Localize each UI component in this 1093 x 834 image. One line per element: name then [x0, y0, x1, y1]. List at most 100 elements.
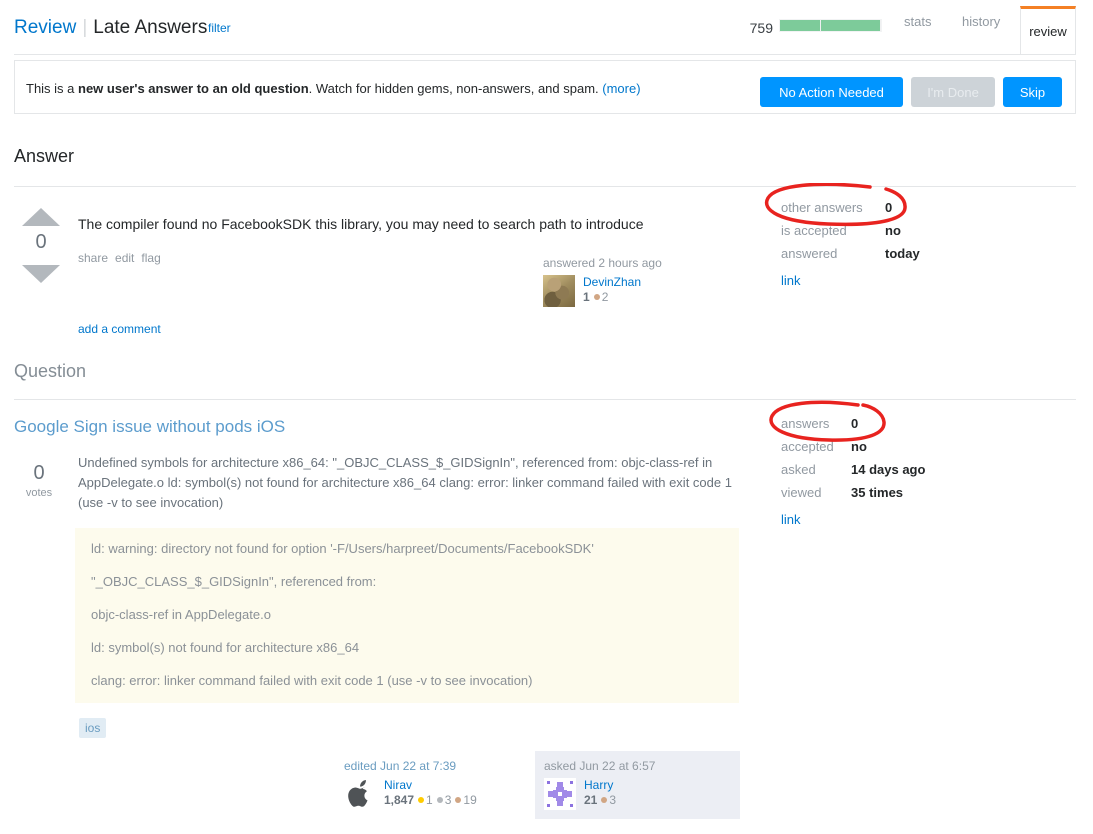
page-header: Review | Late Answers filter 759 stats his…: [0, 0, 1093, 55]
answer-section-divider: [14, 186, 1076, 187]
question-body: Undefined symbols for architecture x86_6…: [78, 455, 732, 510]
bronze-badge-icon: [593, 294, 600, 301]
review-page: Review | Late Answers filter 759 stats his…: [0, 0, 1093, 834]
stat-value: 14 days ago: [851, 462, 926, 477]
stat-value: today: [885, 246, 920, 261]
stat-key: other answers: [781, 200, 863, 215]
stat-value: no: [885, 223, 901, 238]
im-done-button[interactable]: I'm Done: [911, 77, 995, 107]
question-code-block: ld: warning: directory not found for opt…: [75, 528, 739, 703]
stat-value: 35 times: [851, 485, 904, 500]
answerer-reputation: 1: [583, 290, 590, 304]
answer-permalink[interactable]: link: [781, 272, 801, 289]
code-line: ld: symbol(s) not found for architecture…: [91, 640, 360, 655]
stat-key: asked: [781, 462, 816, 477]
tab-review[interactable]: review: [1020, 6, 1076, 55]
asker-user-card: asked Jun 22 at 6:57 Harry 21 3: [535, 751, 740, 819]
stat-key: answers: [781, 416, 830, 431]
code-line: ld: warning: directory not found for opt…: [91, 541, 594, 556]
avatar[interactable]: [544, 778, 576, 810]
tab-stats[interactable]: stats: [904, 12, 931, 32]
apple-logo-icon: [348, 780, 368, 807]
stat-row-viewed: viewed 35 times: [781, 481, 903, 504]
upvote-arrow-icon[interactable]: [22, 208, 60, 226]
instructions-prefix: This is a: [26, 81, 79, 96]
flag-link[interactable]: flag: [141, 251, 160, 265]
stat-value: 0: [885, 200, 893, 215]
identicon-icon: [547, 781, 573, 807]
more-link[interactable]: (more): [602, 81, 640, 96]
code-line: "_OBJC_CLASS_$_GIDSignIn", referenced fr…: [91, 574, 377, 589]
progress-bar: [779, 19, 882, 32]
instructions-text: This is a new user's answer to an old qu…: [26, 80, 641, 97]
progress-fill-b: [821, 20, 880, 31]
question-score: 0: [33, 462, 45, 484]
gold-badge-count: 1: [426, 793, 433, 807]
tag-ios[interactable]: ios: [79, 718, 107, 738]
share-link[interactable]: share: [78, 251, 108, 265]
silver-badge-icon: [436, 797, 443, 804]
stat-row-asked: asked 14 days ago: [781, 458, 925, 481]
stat-key: viewed: [781, 485, 822, 500]
avatar[interactable]: [543, 275, 575, 307]
edit-link[interactable]: edit: [115, 251, 134, 265]
bronze-badge-count: 19: [463, 793, 477, 807]
answer-vote-cell: 0: [16, 208, 66, 283]
answer-stats-panel: other answers 0 is accepted no answered …: [781, 196, 920, 289]
avatar[interactable]: [344, 778, 376, 810]
bronze-badge-count: 3: [609, 793, 617, 807]
stat-row-answered: answered today: [781, 242, 920, 265]
stat-row-is-accepted: is accepted no: [781, 219, 901, 242]
question-title-link[interactable]: Google Sign issue without pods iOS: [14, 416, 285, 438]
answered-timestamp: answered 2 hours ago: [543, 256, 662, 270]
answerer-user-card: answered 2 hours ago DevinZhan 12: [543, 255, 662, 309]
avatar-image-nirav: [344, 778, 376, 810]
bronze-badge-count: 2: [601, 290, 609, 304]
downvote-arrow-icon[interactable]: [22, 265, 60, 283]
skip-button[interactable]: Skip: [1003, 77, 1062, 107]
asker-reputation: 21: [584, 793, 598, 807]
filter-link[interactable]: filter: [208, 21, 231, 35]
code-line: clang: error: linker command failed with…: [91, 673, 533, 688]
avatar-image-devinzhan: [543, 275, 575, 307]
question-permalink[interactable]: link: [781, 511, 801, 528]
answer-body: The compiler found no FacebookSDK this l…: [78, 216, 644, 232]
editor-reputation: 1,847: [384, 793, 415, 807]
progress-fill-a: [780, 20, 820, 31]
review-instructions-bar: This is a new user's answer to an old qu…: [14, 60, 1076, 114]
breadcrumb-separator: |: [82, 17, 88, 38]
review-breadcrumb-link[interactable]: Review: [14, 17, 76, 38]
stat-key: answered: [781, 246, 838, 261]
queue-name: Late Answers: [93, 17, 208, 38]
stat-row-answers: answers 0: [781, 412, 858, 435]
stat-key: accepted: [781, 439, 834, 454]
question-section-divider: [14, 399, 1076, 400]
review-count: 759: [749, 20, 773, 36]
header-divider: [14, 54, 1076, 55]
asked-timestamp: asked Jun 22 at 6:57: [544, 759, 656, 773]
edited-timestamp: edited Jun 22 at 7:39: [344, 759, 457, 773]
votes-label: votes: [25, 487, 53, 499]
instructions-emphasis: new user's answer to an old question: [78, 81, 309, 96]
stat-row-other-answers: other answers 0: [781, 196, 892, 219]
stat-value: 0: [851, 416, 859, 431]
gold-badge-icon: [418, 797, 425, 804]
asker-name-link[interactable]: Harry: [584, 778, 732, 793]
tab-history[interactable]: history: [962, 12, 1000, 32]
answer-section-heading: Answer: [14, 146, 75, 166]
answerer-name-link[interactable]: DevinZhan: [583, 275, 662, 290]
bronze-badge-icon: [601, 797, 608, 804]
question-section-heading: Question: [14, 361, 87, 381]
stat-row-accepted: accepted no: [781, 435, 867, 458]
no-action-needed-button[interactable]: No Action Needed: [760, 77, 903, 107]
answer-post-menu: share edit flag: [78, 251, 168, 265]
question-stats-panel: answers 0 accepted no asked 14 days ago …: [781, 412, 925, 528]
add-comment-link[interactable]: add a comment: [78, 322, 161, 336]
silver-badge-count: 3: [444, 793, 452, 807]
editor-name-link[interactable]: Nirav: [384, 778, 477, 793]
bronze-badge-icon: [455, 797, 462, 804]
stat-value: no: [851, 439, 867, 454]
page-title: Review | Late Answers: [14, 15, 207, 40]
instructions-suffix: . Watch for hidden gems, non-answers, an…: [308, 81, 603, 96]
editor-user-card: edited Jun 22 at 7:39 Nirav 1,847 1 3 19: [344, 758, 477, 812]
